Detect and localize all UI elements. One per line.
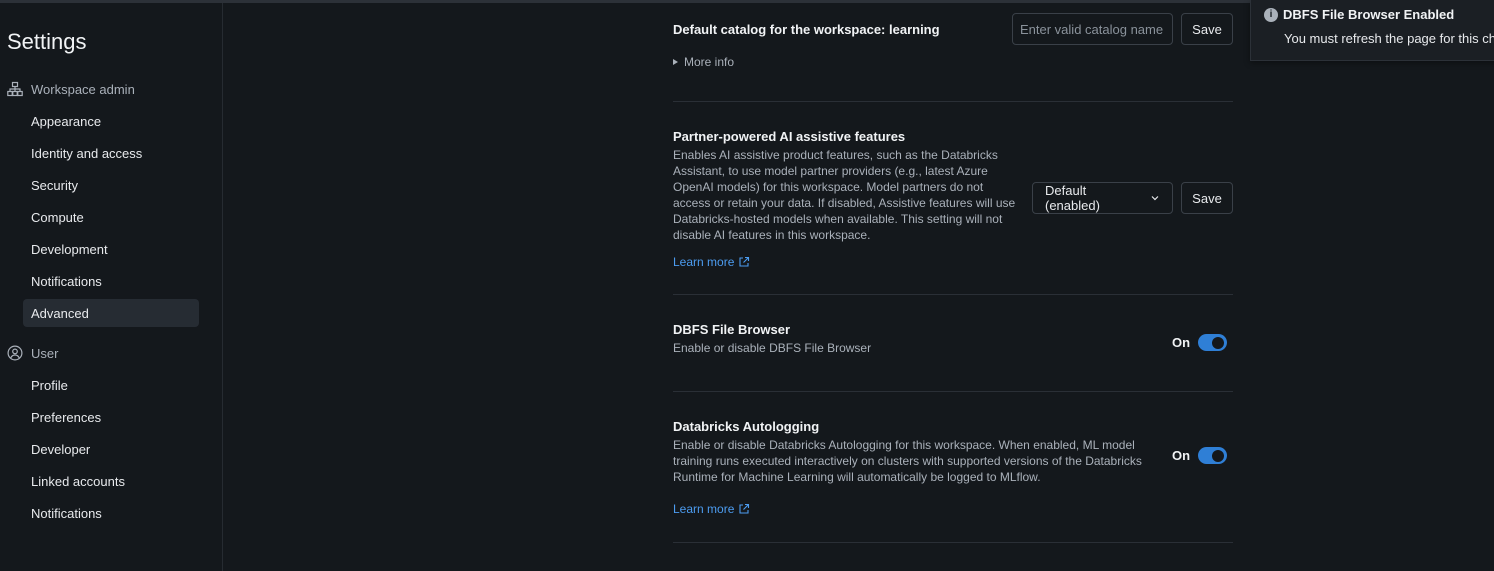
sidebar-item-label: Developer bbox=[31, 441, 91, 457]
info-icon: i bbox=[1264, 7, 1278, 22]
sidebar-item-compute[interactable]: Compute bbox=[23, 203, 199, 231]
catalog-save-label: Save bbox=[1192, 21, 1222, 37]
toggle-knob bbox=[1212, 449, 1225, 462]
default-catalog-value: learning bbox=[889, 22, 940, 37]
toast-title: i DBFS File Browser Enabled bbox=[1264, 7, 1454, 22]
partner-ai-desc-line: Assistant, to use model partner provider… bbox=[673, 164, 988, 178]
catalog-save-button[interactable]: Save bbox=[1181, 13, 1233, 45]
sidebar-item-user-notifications[interactable]: Notifications bbox=[23, 499, 199, 527]
dbfs-toggle-label: On bbox=[1172, 335, 1191, 350]
sidebar-item-notifications[interactable]: Notifications bbox=[23, 267, 199, 295]
more-info-toggle[interactable]: More info bbox=[673, 55, 734, 69]
user-header: User bbox=[7, 343, 58, 363]
external-link-icon bbox=[739, 503, 750, 514]
sidebar-item-identity-and-access[interactable]: Identity and access bbox=[23, 139, 199, 167]
sidebar-item-label: Appearance bbox=[31, 113, 102, 129]
partner-ai-learn-more-link[interactable]: Learn more bbox=[673, 255, 750, 269]
sidebar-item-label: Security bbox=[31, 177, 78, 193]
workspace-admin-label: Workspace admin bbox=[31, 81, 135, 97]
sidebar-item-preferences[interactable]: Preferences bbox=[23, 403, 199, 431]
sidebar-item-advanced[interactable]: Advanced bbox=[23, 299, 199, 327]
sidebar-item-label: Identity and access bbox=[31, 145, 143, 161]
autologging-description: Enable or disable Databricks Autologging… bbox=[673, 437, 1153, 485]
toast-notification: i DBFS File Browser Enabled You must ref… bbox=[1250, 0, 1494, 61]
sidebar-item-label: Profile bbox=[31, 377, 68, 393]
settings-sidebar: Settings Workspace admin Appearance Iden… bbox=[0, 3, 223, 571]
sidebar-item-security[interactable]: Security bbox=[23, 171, 199, 199]
user-label: User bbox=[31, 345, 59, 361]
autologging-desc-line: Enable or disable Databricks Autologging… bbox=[673, 438, 1135, 452]
ai-features-save-label: Save bbox=[1192, 190, 1222, 206]
dbfs-toggle-group: On bbox=[1172, 334, 1228, 351]
sidebar-item-label: Notifications bbox=[31, 273, 102, 289]
page-title: Settings bbox=[7, 29, 87, 54]
toast-message: You must refresh the page for this ch bbox=[1284, 31, 1494, 46]
ai-features-select[interactable]: Default (enabled) bbox=[1032, 182, 1173, 214]
sidebar-item-label: Advanced bbox=[31, 305, 89, 321]
toggle-knob bbox=[1212, 336, 1225, 349]
autologging-learn-more-link[interactable]: Learn more bbox=[673, 502, 750, 516]
catalog-name-input[interactable] bbox=[1012, 13, 1173, 45]
default-catalog-title-prefix: Default catalog for the workspace: bbox=[673, 22, 889, 37]
sidebar-item-linked-accounts[interactable]: Linked accounts bbox=[23, 467, 199, 495]
row-divider bbox=[673, 391, 1233, 392]
autologging-desc-line: Runtime for Machine Learning will automa… bbox=[673, 470, 1041, 484]
autologging-title: Databricks Autologging bbox=[673, 419, 820, 434]
chevron-down-icon bbox=[1151, 196, 1159, 201]
learn-more-label: Learn more bbox=[673, 255, 735, 269]
default-catalog-title: Default catalog for the workspace: learn… bbox=[673, 22, 940, 37]
partner-ai-desc-line: disable AI features in this workspace. bbox=[673, 228, 871, 242]
learn-more-label: Learn more bbox=[673, 502, 735, 516]
sidebar-item-development[interactable]: Development bbox=[23, 235, 199, 263]
toast-title-text: DBFS File Browser Enabled bbox=[1283, 7, 1455, 22]
sidebar-item-label: Linked accounts bbox=[31, 473, 125, 489]
more-info-label: More info bbox=[684, 55, 735, 69]
partner-ai-description: Enables AI assistive product features, s… bbox=[673, 147, 1018, 243]
ai-features-save-button[interactable]: Save bbox=[1181, 182, 1233, 214]
partner-ai-desc-line: Enables AI assistive product features, s… bbox=[673, 148, 998, 162]
org-chart-icon bbox=[7, 81, 23, 97]
ai-features-select-value: Default (enabled) bbox=[1045, 183, 1100, 213]
partner-ai-desc-line: OpenAI models) for this workspace. Model… bbox=[673, 180, 984, 194]
workspace-admin-header: Workspace admin bbox=[7, 79, 135, 99]
partner-ai-title: Partner-powered AI assistive features bbox=[673, 129, 906, 144]
sidebar-item-label: Compute bbox=[31, 209, 84, 225]
caret-right-icon bbox=[673, 59, 678, 65]
autologging-toggle[interactable] bbox=[1198, 447, 1228, 464]
user-circle-icon bbox=[7, 345, 23, 361]
row-divider bbox=[673, 542, 1233, 543]
dbfs-toggle[interactable] bbox=[1198, 334, 1228, 351]
autologging-toggle-label: On bbox=[1172, 448, 1191, 463]
sidebar-item-label: Notifications bbox=[31, 505, 102, 521]
sidebar-item-appearance[interactable]: Appearance bbox=[23, 107, 199, 135]
sidebar-item-label: Preferences bbox=[31, 409, 102, 425]
dbfs-description: Enable or disable DBFS File Browser bbox=[673, 341, 872, 355]
external-link-icon bbox=[739, 256, 750, 267]
sidebar-item-label: Development bbox=[31, 241, 108, 257]
partner-ai-desc-line: access or retain your data. If disabled,… bbox=[673, 196, 1016, 210]
autologging-desc-line: training runs executed interactively on … bbox=[673, 454, 1142, 468]
row-divider bbox=[673, 294, 1233, 295]
autologging-toggle-group: On bbox=[1172, 447, 1228, 464]
dbfs-title: DBFS File Browser bbox=[673, 322, 791, 337]
row-divider bbox=[673, 101, 1233, 102]
sidebar-item-developer[interactable]: Developer bbox=[23, 435, 199, 463]
sidebar-item-profile[interactable]: Profile bbox=[23, 371, 199, 399]
partner-ai-desc-line: Databricks-hosted models when available.… bbox=[673, 212, 1003, 226]
